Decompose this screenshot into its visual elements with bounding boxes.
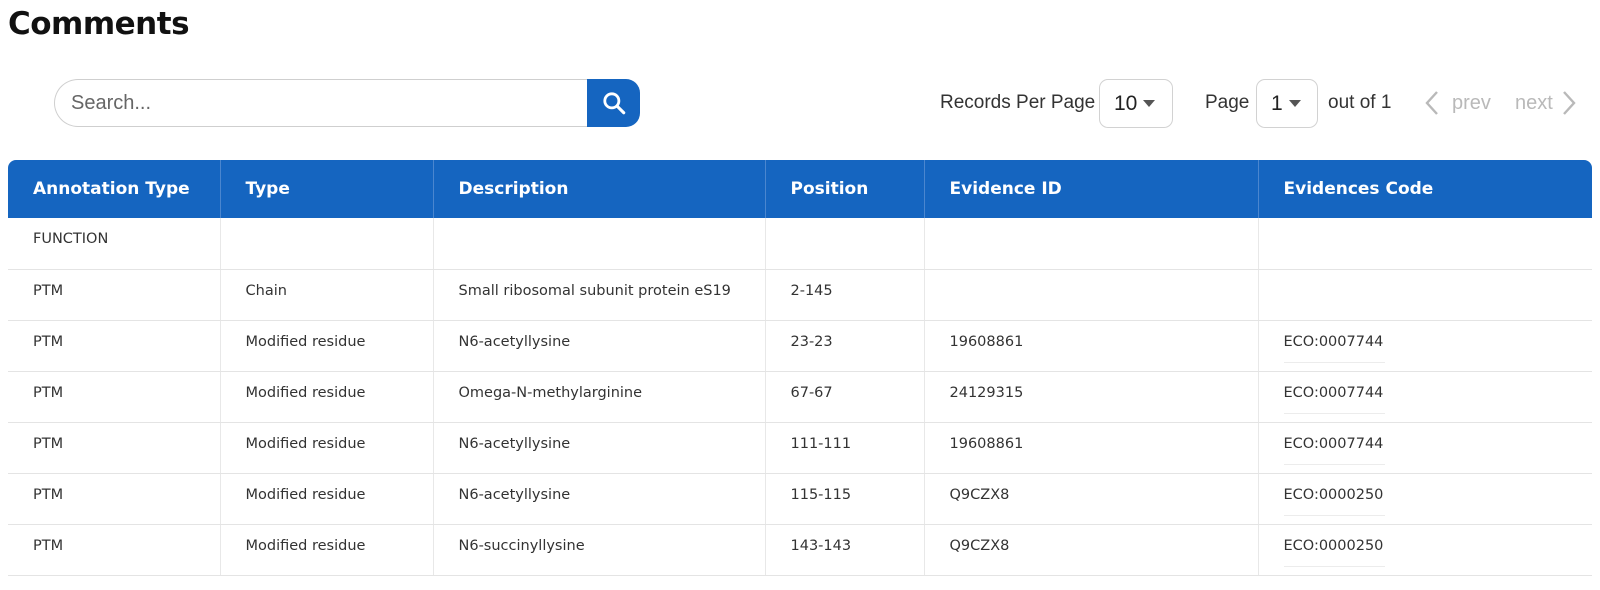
type-cell: Modified residue (220, 422, 434, 474)
evidences-code-cell (1258, 269, 1592, 321)
search-bar (54, 79, 640, 127)
evidence-code-link[interactable]: ECO:0000250 (1283, 538, 1386, 567)
annotation-type-cell: PTM (8, 524, 221, 576)
page-label: Page (1205, 92, 1250, 113)
caret-down-icon (1288, 100, 1301, 107)
search-icon (602, 92, 625, 115)
evidences-code-cell: ECO:0007744 (1258, 371, 1592, 423)
description-cell: N6-succinyllysine (433, 524, 766, 576)
position-cell: 115-115 (765, 473, 925, 525)
evidence-code-link[interactable]: ECO:0000250 (1283, 487, 1386, 516)
annotation-type-cell: PTM (8, 320, 221, 372)
type-cell: Modified residue (220, 524, 434, 576)
table-header-row: Annotation Type Type Description Positio… (8, 160, 1592, 218)
evidences-code-cell: ECO:0007744 (1258, 422, 1592, 474)
type-cell: Modified residue (220, 320, 434, 372)
next-label: next (1515, 91, 1553, 114)
position-cell: 23-23 (765, 320, 925, 372)
chevron-right-icon (1562, 91, 1576, 115)
position-cell: 143-143 (765, 524, 925, 576)
type-cell: Modified residue (220, 473, 434, 525)
next-button[interactable]: next (1515, 79, 1577, 127)
page-value: 1 (1271, 91, 1283, 115)
evidence-id-cell (924, 218, 1259, 270)
evidence-code-link[interactable]: ECO:0007744 (1283, 334, 1386, 363)
column-header-annotation-type[interactable]: Annotation Type (8, 160, 221, 218)
evidence-id-cell: 24129315 (924, 371, 1259, 423)
records-per-page-label: Records Per Page (940, 92, 1096, 113)
page-select[interactable]: 1 (1256, 79, 1318, 128)
column-header-evidence-id[interactable]: Evidence ID (924, 160, 1259, 218)
table-row: FUNCTION (8, 218, 1592, 270)
position-cell (765, 218, 925, 270)
evidence-id-cell: 19608861 (924, 320, 1259, 372)
description-cell: Omega-N-methylarginine (433, 371, 766, 423)
records-per-page-value: 10 (1114, 91, 1138, 115)
evidence-id-cell (924, 269, 1259, 321)
description-cell: N6-acetyllysine (433, 473, 766, 525)
description-cell (433, 218, 766, 270)
evidences-code-cell: ECO:0000250 (1258, 473, 1592, 525)
evidence-code-link[interactable]: ECO:0007744 (1283, 436, 1386, 465)
evidence-id-cell: 19608861 (924, 422, 1259, 474)
column-header-description[interactable]: Description (433, 160, 766, 218)
table-row: PTM Modified residue N6-acetyllysine 23-… (8, 320, 1592, 372)
annotation-type-cell: PTM (8, 422, 221, 474)
page-title: Comments (8, 6, 190, 42)
description-cell: N6-acetyllysine (433, 422, 766, 474)
position-cell: 67-67 (765, 371, 925, 423)
evidences-code-cell: ECO:0007744 (1258, 320, 1592, 372)
evidence-id-cell: Q9CZX8 (924, 524, 1259, 576)
search-button[interactable] (587, 79, 640, 127)
table-row: PTM Modified residue Omega-N-methylargin… (8, 371, 1592, 423)
table-row: PTM Modified residue N6-acetyllysine 115… (8, 473, 1592, 525)
type-cell (220, 218, 434, 270)
table-row: PTM Modified residue N6-acetyllysine 111… (8, 422, 1592, 474)
comments-table: Annotation Type Type Description Positio… (8, 160, 1592, 576)
position-cell: 111-111 (765, 422, 925, 474)
column-header-evidences-code[interactable]: Evidences Code (1258, 160, 1592, 218)
column-header-type[interactable]: Type (220, 160, 434, 218)
position-cell: 2-145 (765, 269, 925, 321)
chevron-left-icon (1425, 91, 1438, 115)
annotation-type-cell: PTM (8, 371, 221, 423)
annotation-type-cell: FUNCTION (8, 218, 221, 270)
evidence-code-link[interactable]: ECO:0007744 (1283, 385, 1386, 414)
search-input[interactable] (54, 79, 587, 127)
evidence-id-cell: Q9CZX8 (924, 473, 1259, 525)
page-count-label: out of 1 (1328, 92, 1392, 113)
prev-label: prev (1452, 91, 1491, 114)
table-row: PTM Chain Small ribosomal subunit protei… (8, 269, 1592, 321)
evidences-code-cell: ECO:0000250 (1258, 524, 1592, 576)
type-cell: Chain (220, 269, 434, 321)
prev-button[interactable]: prev (1424, 79, 1491, 127)
description-cell: N6-acetyllysine (433, 320, 766, 372)
evidences-code-cell (1258, 218, 1592, 270)
annotation-type-cell: PTM (8, 269, 221, 321)
annotation-type-cell: PTM (8, 473, 221, 525)
table-row: PTM Modified residue N6-succinyllysine 1… (8, 524, 1592, 576)
column-header-position[interactable]: Position (765, 160, 925, 218)
type-cell: Modified residue (220, 371, 434, 423)
description-cell: Small ribosomal subunit protein eS19 (433, 269, 766, 321)
caret-down-icon (1143, 100, 1156, 107)
records-per-page-select[interactable]: 10 (1099, 79, 1173, 128)
